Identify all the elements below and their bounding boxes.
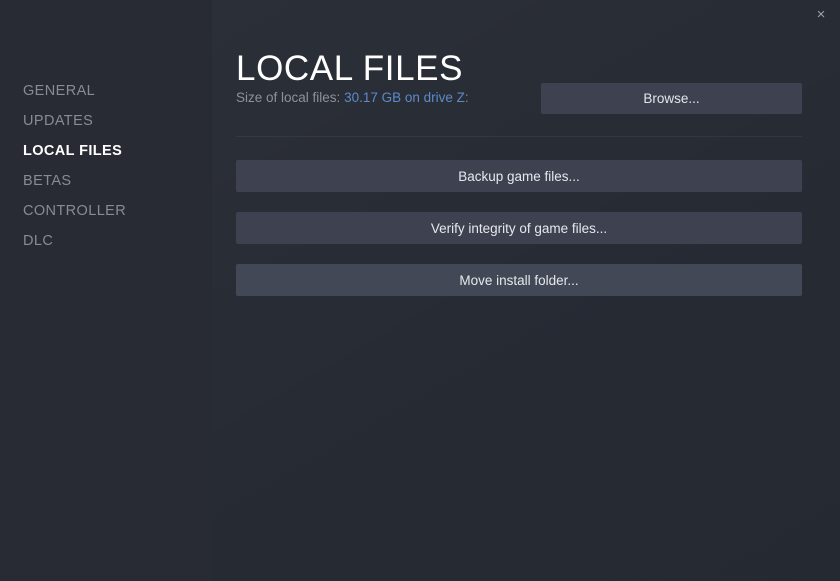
size-value: 30.17 GB on drive Z: — [344, 90, 469, 105]
move-install-folder-button[interactable]: Move install folder... — [236, 264, 802, 296]
sidebar-item-dlc[interactable]: DLC — [0, 226, 212, 256]
sidebar-item-general[interactable]: GENERAL — [0, 76, 212, 106]
sidebar-item-local-files[interactable]: LOCAL FILES — [0, 136, 212, 166]
size-label: Size of local files: — [236, 90, 341, 105]
page-title: LOCAL FILES — [236, 49, 464, 89]
local-files-panel: × LOCAL FILES Size of local files: 30.17… — [212, 0, 840, 581]
sidebar-item-controller[interactable]: CONTROLLER — [0, 196, 212, 226]
settings-sidebar: GENERAL UPDATES LOCAL FILES BETAS CONTRO… — [0, 0, 212, 581]
close-icon[interactable]: × — [808, 2, 834, 26]
verify-integrity-button[interactable]: Verify integrity of game files... — [236, 212, 802, 244]
browse-button[interactable]: Browse... — [541, 83, 802, 114]
sidebar-item-betas[interactable]: BETAS — [0, 166, 212, 196]
backup-game-files-button[interactable]: Backup game files... — [236, 160, 802, 192]
sidebar-item-updates[interactable]: UPDATES — [0, 106, 212, 136]
size-of-local-files-row: Size of local files: 30.17 GB on drive Z… — [236, 89, 469, 107]
section-divider — [236, 136, 802, 137]
local-files-settings-window: GENERAL UPDATES LOCAL FILES BETAS CONTRO… — [0, 0, 840, 581]
